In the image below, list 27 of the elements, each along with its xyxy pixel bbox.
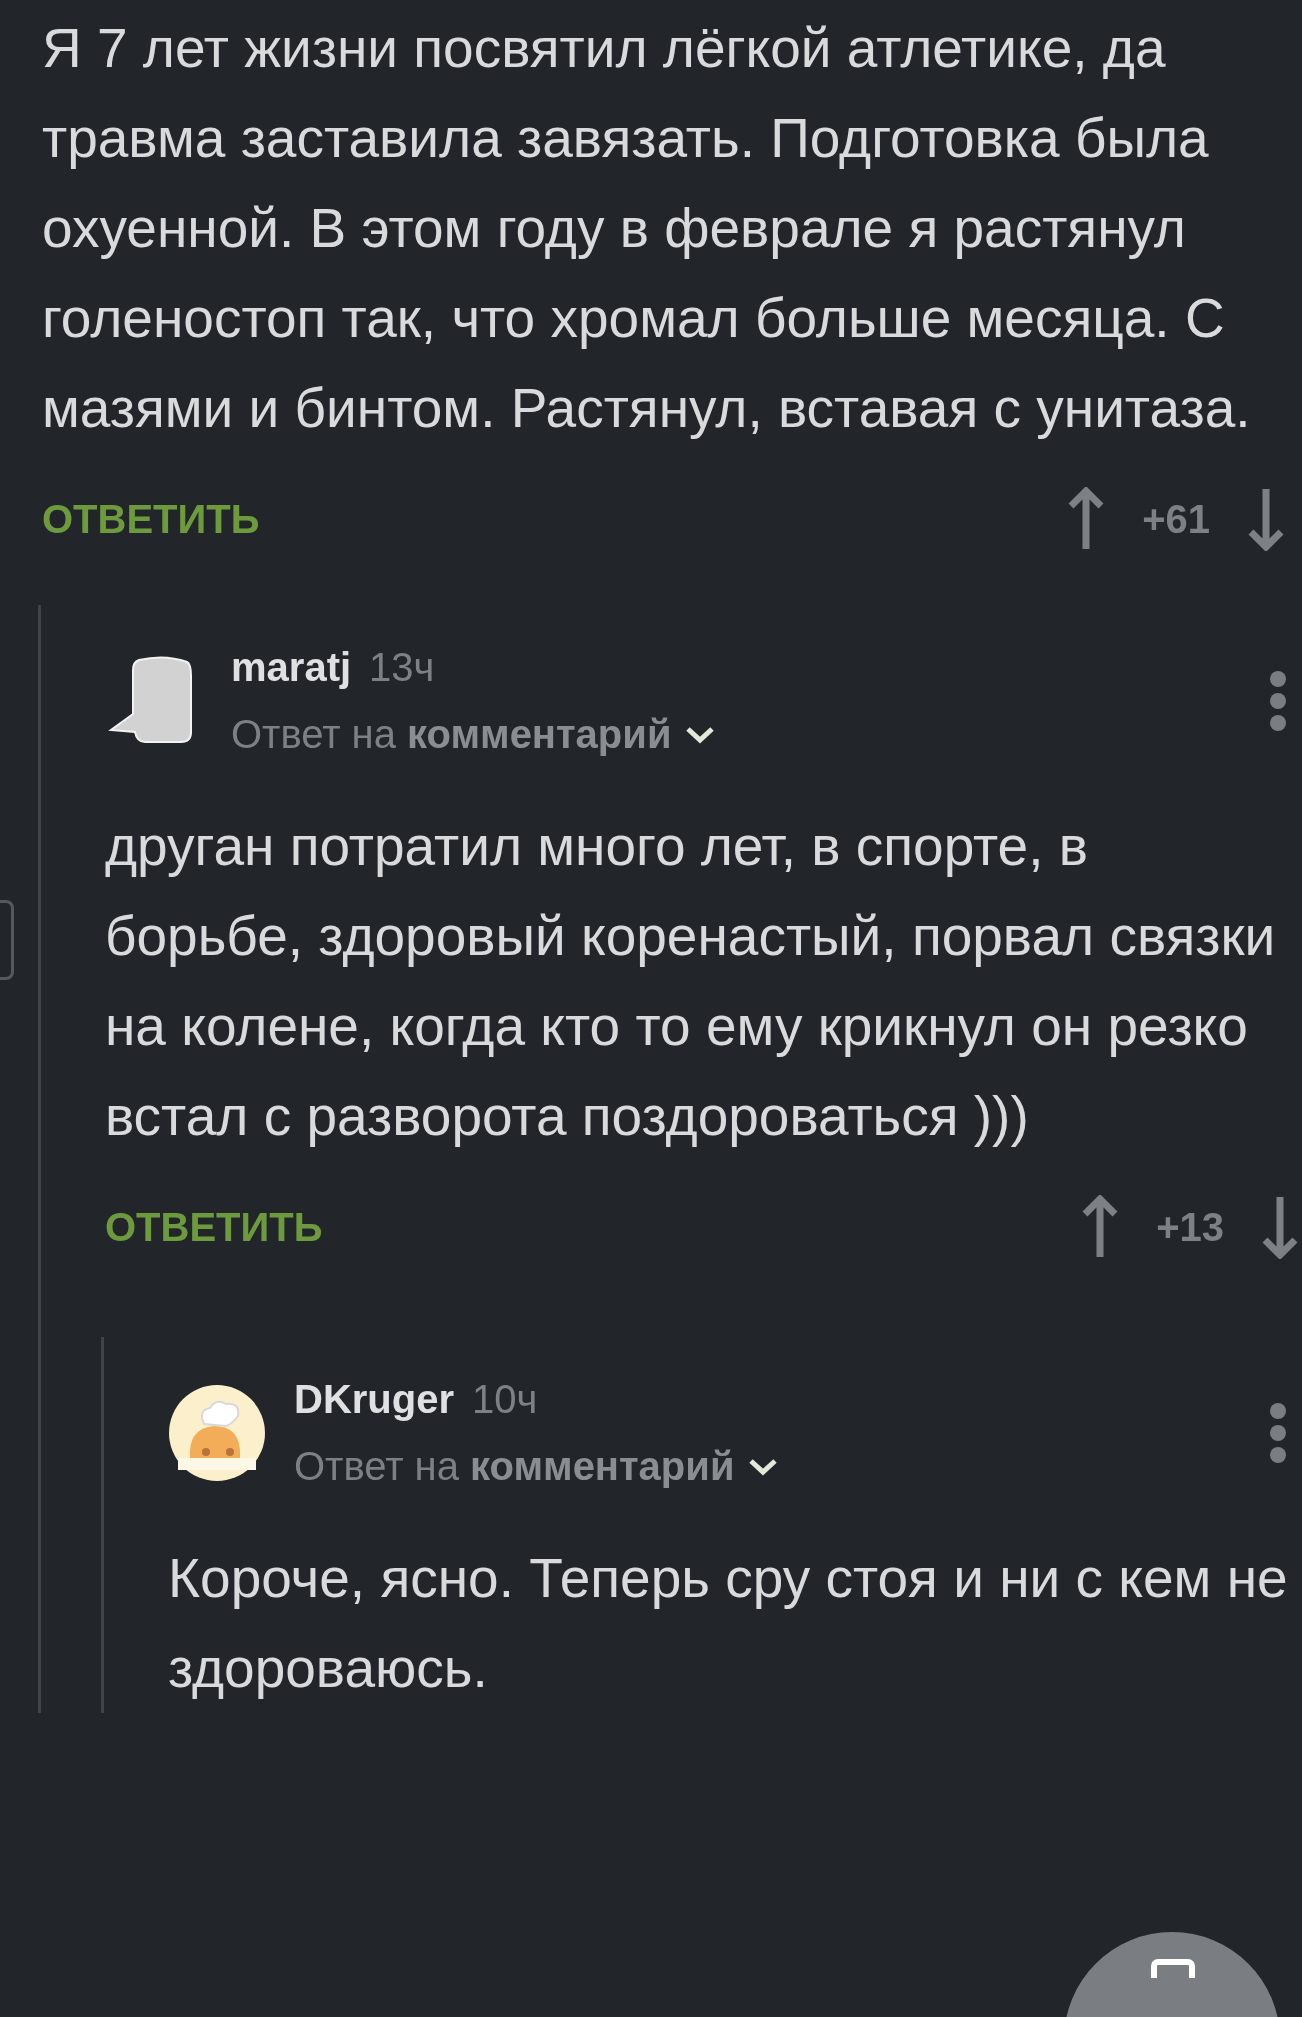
more-options-icon[interactable] (1268, 670, 1288, 732)
author-name[interactable]: maratj (231, 645, 352, 690)
up-arrow-icon (1082, 1195, 1119, 1259)
comment-text: Короче, ясно. Теперь сру стоя и ни с кем не здороваюсь. (168, 1546, 1289, 1701)
downvote-button[interactable] (1248, 487, 1284, 551)
upvote-button[interactable] (1068, 487, 1105, 551)
author-name[interactable]: DKruger (294, 1377, 455, 1422)
down-arrow-icon (1262, 1195, 1298, 1259)
more-options-icon[interactable] (1268, 1402, 1288, 1464)
rating-count: +13 (1156, 1204, 1224, 1250)
up-arrow-icon (1068, 487, 1105, 551)
chevron-down-icon[interactable] (685, 724, 716, 745)
compose-icon (1150, 1958, 1196, 1978)
upvote-button[interactable] (1082, 1195, 1119, 1259)
chevron-down-icon[interactable] (748, 1456, 779, 1477)
comment-time: 13ч (369, 645, 435, 690)
down-arrow-icon (1248, 487, 1284, 551)
reply-to-link[interactable]: Ответ на комментарий (231, 712, 672, 757)
reply-button[interactable]: ОТВЕТИТЬ (42, 496, 260, 542)
reply-button[interactable]: ОТВЕТИТЬ (105, 1204, 323, 1250)
comment-text: Я 7 лет жизни посвятил лёгкой атлетике, да травма заставила завязать. Подготовка была охуенной. В этом году в феврале я растянул голеностоп так, что хромал больше месяца. С мазями и бинтом. Растянул, вставая с унитаза. (42, 16, 1252, 441)
reply-to-link[interactable]: Ответ на комментарий (294, 1444, 735, 1489)
rating-count: +61 (1142, 496, 1210, 542)
avatar-icon[interactable] (168, 1384, 266, 1482)
downvote-button[interactable] (1262, 1195, 1298, 1259)
comment-time: 10ч (472, 1377, 538, 1422)
comment-text: друган потратил много лет, в спорте, в борьбе, здоровый коренастый, порвал связки на колене, когда кто то ему крикнул он резко встал с разворота поздороваться ))) (105, 814, 1277, 1149)
